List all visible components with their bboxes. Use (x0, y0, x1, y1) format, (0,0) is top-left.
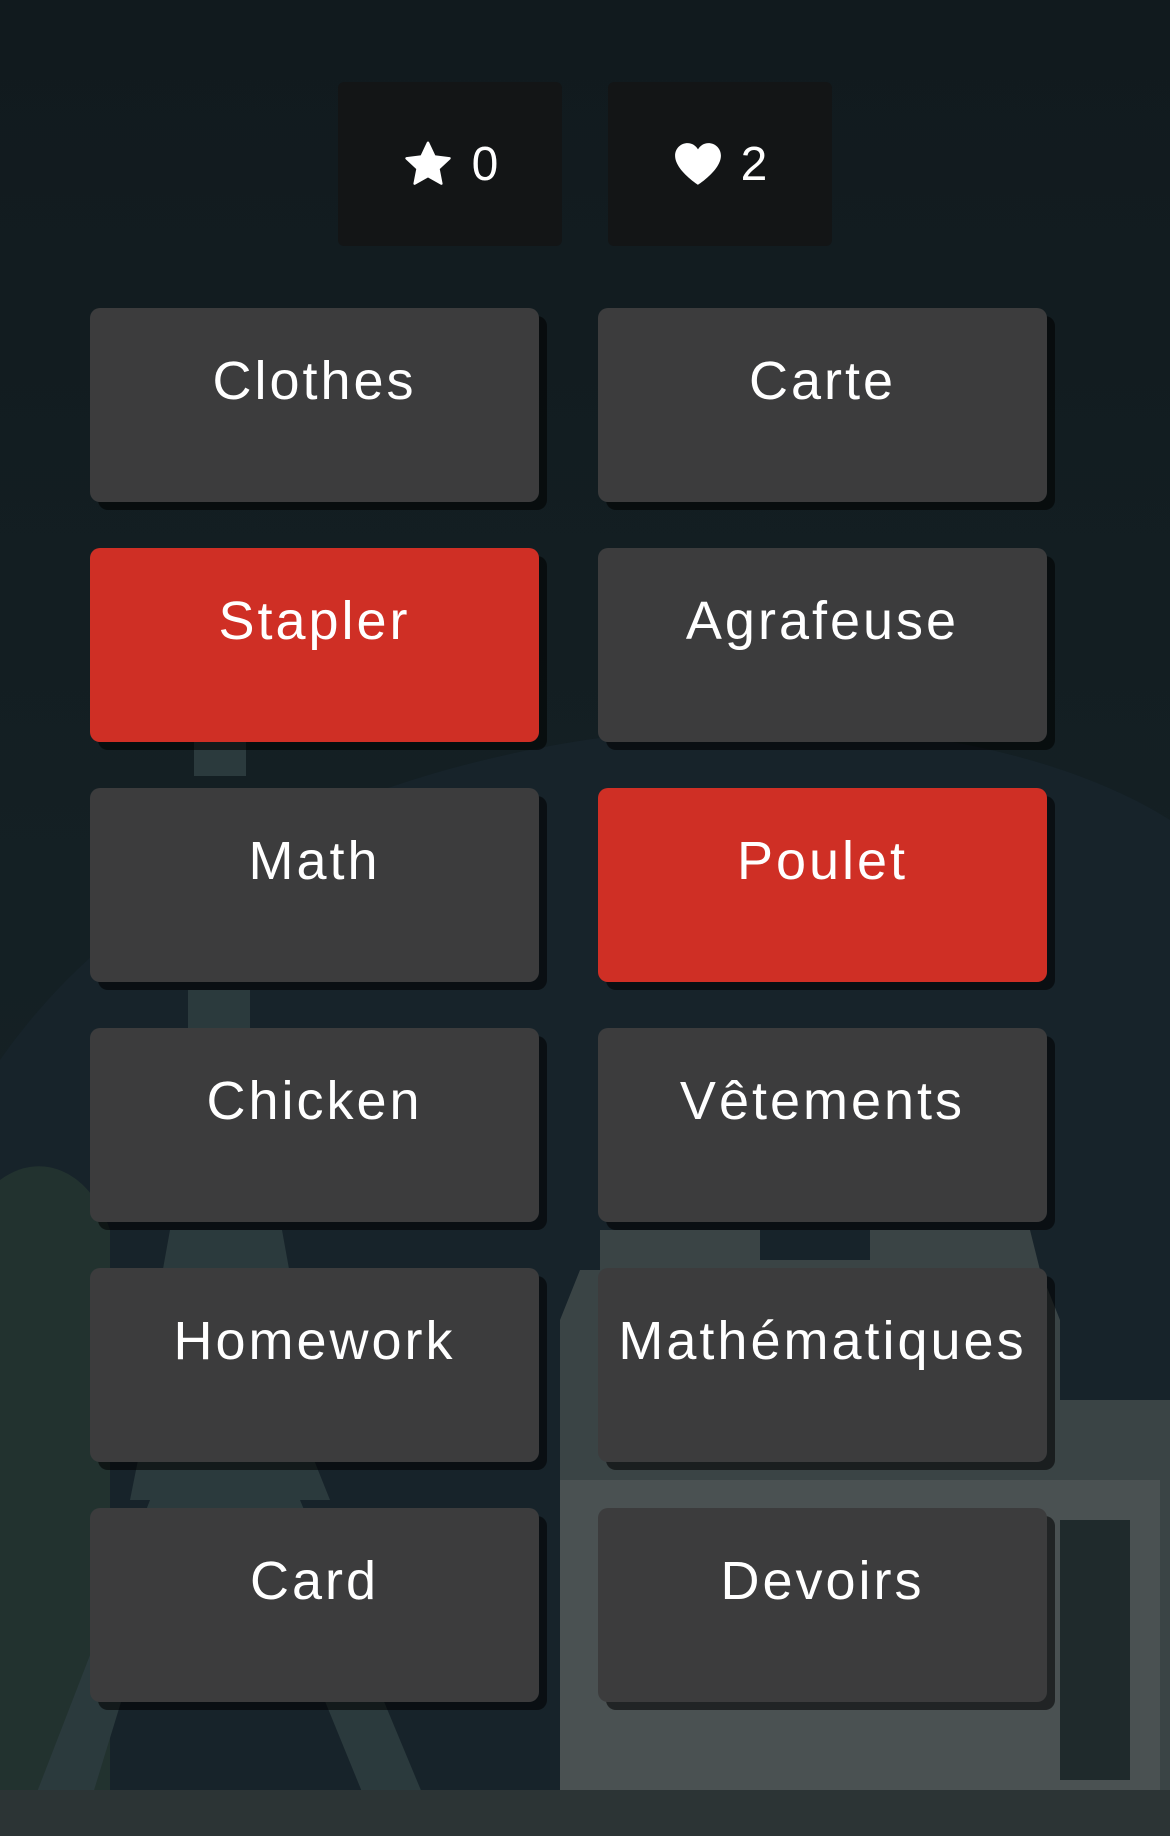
word-tile[interactable]: Vêtements (598, 1028, 1047, 1222)
heart-icon (674, 143, 721, 185)
word-tile[interactable]: Homework (90, 1268, 539, 1462)
score-value: 0 (471, 137, 499, 191)
game-screen: 0 2 Clothes Carte Stapler Agrafeuse Math… (0, 0, 1170, 1836)
star-icon (404, 141, 451, 185)
word-tile[interactable]: Carte (598, 308, 1047, 502)
score-counter: 0 (338, 82, 562, 246)
word-tile-wrong[interactable]: Poulet (598, 788, 1047, 982)
word-tile[interactable]: Card (90, 1508, 539, 1702)
lives-value: 2 (740, 137, 768, 191)
word-tile[interactable]: Clothes (90, 308, 539, 502)
word-tile[interactable]: Math (90, 788, 539, 982)
word-tile-wrong[interactable]: Stapler (90, 548, 539, 742)
word-tile[interactable]: Mathématiques (598, 1268, 1047, 1462)
word-tile[interactable]: Agrafeuse (598, 548, 1047, 742)
word-tile[interactable]: Devoirs (598, 1508, 1047, 1702)
lives-counter: 2 (608, 82, 832, 246)
word-tile[interactable]: Chicken (90, 1028, 539, 1222)
